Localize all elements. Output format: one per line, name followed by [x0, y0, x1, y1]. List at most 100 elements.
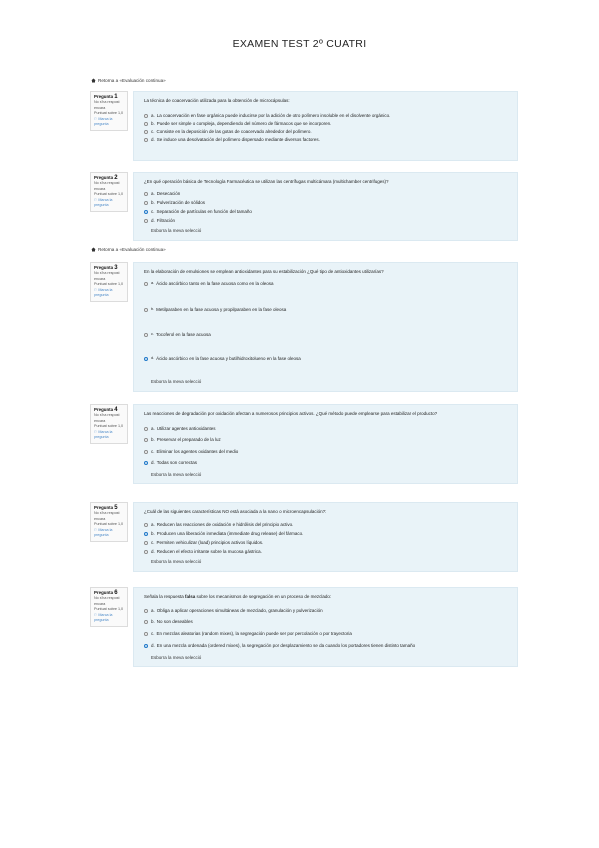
radio-button[interactable] [144, 281, 148, 286]
clear-selection-link[interactable]: Esborra la meva selecció [151, 228, 201, 233]
answer-option[interactable]: b. Preservar el preparado de la luz [144, 437, 511, 442]
radio-button[interactable] [144, 540, 148, 545]
radio-button[interactable] [144, 619, 148, 624]
option-text: Tocoferol en la fase acuosa [155, 332, 211, 337]
option-letter: a. [151, 113, 155, 118]
option-text: En mezclas aleatorias (random mixes), la… [156, 631, 352, 636]
answer-option[interactable]: c. Eliminar los agentes oxidantes del med… [144, 449, 511, 454]
option-text: Pulverización de sólidos [156, 200, 206, 205]
answer-option[interactable]: a. Ácido ascórbico tanto en la fase acuos… [144, 281, 511, 286]
option-letter: a. [151, 608, 155, 613]
radio-button[interactable] [144, 522, 148, 527]
clear-selection-link[interactable]: Esborra la meva selecció [151, 655, 201, 660]
radio-button[interactable] [144, 200, 148, 205]
question-status: No s'ha respost encara [94, 181, 120, 191]
back-link[interactable]: Retorna a «Evaluación continua» [91, 78, 166, 83]
radio-button[interactable] [144, 129, 148, 134]
clear-selection-link[interactable]: Esborra la meva selecció [151, 379, 201, 384]
option-letter: a. [151, 522, 155, 527]
radio-button[interactable] [144, 218, 148, 223]
flag-label[interactable]: Marca la pregunta [94, 613, 112, 622]
flag-label[interactable]: Marca la pregunta [94, 198, 112, 207]
radio-button[interactable] [144, 332, 148, 337]
answer-option[interactable]: d. Todas son correctas [144, 460, 511, 465]
question-number: 4 [114, 407, 118, 413]
option-text: Ácido ascórbico en la fase acuosa y buti… [156, 356, 301, 361]
option-letter: d. [151, 643, 155, 648]
question-info: Pregunta 6 No s'ha respost encara Puntua… [90, 587, 128, 628]
back-link-label[interactable]: Retorna a «Evaluación continua» [98, 78, 166, 83]
question-text: ¿En qué operación básica de Tecnología F… [144, 179, 389, 184]
option-text: Se induce una desolvatación del polímero… [156, 137, 320, 142]
answer-option[interactable]: a. Utilizar agentes antioxidantes [144, 426, 511, 431]
radio-button[interactable] [144, 137, 148, 142]
question-info: Pregunta 1 No s'ha respost encara Puntua… [90, 91, 128, 132]
option-text: Reducen las reacciones de oxidación e hi… [156, 522, 294, 527]
question-number: 5 [114, 505, 118, 511]
answer-option[interactable]: d. Reducen el efecto irritante sobre la m… [144, 549, 511, 554]
question-text-part: Señala la respuesta [144, 594, 186, 599]
question-label: Pregunta [94, 407, 114, 412]
option-letter: d. [151, 137, 155, 142]
radio-button[interactable] [144, 549, 148, 554]
radio-button-selected[interactable] [144, 356, 148, 361]
question-number: 1 [114, 94, 118, 100]
answer-option[interactable]: c. Permiten vehiculizar (load) principios… [144, 540, 511, 545]
back-link[interactable]: Retorna a «Evaluación continua» [91, 247, 166, 252]
answer-option[interactable]: c. Separación de partículas en función de… [144, 209, 511, 214]
flag-label[interactable]: Marca la pregunta [94, 117, 112, 126]
radio-button-selected[interactable] [144, 460, 148, 465]
answer-option[interactable]: d. En una mezcla ordenada (ordered mixes)… [144, 643, 511, 648]
back-link-label[interactable]: Retorna a «Evaluación continua» [98, 247, 166, 252]
flag-question-link[interactable]: ⚐ Marca la pregunta [94, 528, 125, 539]
radio-button[interactable] [144, 191, 148, 196]
answer-option[interactable]: c. Tocoferol en la fase acuosa [144, 332, 511, 337]
flag-question-link[interactable]: ⚐ Marca la pregunta [94, 430, 125, 441]
question-status: No s'ha respost encara [94, 271, 120, 281]
radio-button-selected[interactable] [144, 643, 148, 648]
radio-button[interactable] [144, 426, 148, 431]
radio-button-selected[interactable] [144, 531, 148, 536]
option-letter: c. [151, 631, 155, 636]
answer-option[interactable]: d. Se induce una desolvatación del políme… [144, 137, 511, 142]
option-letter: c. [151, 209, 155, 214]
answer-option[interactable]: b. No son deseables [144, 619, 511, 624]
answer-option[interactable]: a. Reducen las reacciones de oxidación e … [144, 522, 511, 527]
flag-question-link[interactable]: ⚐ Marca la pregunta [94, 117, 125, 128]
option-text: Obliga a aplicar operaciones simultáneas… [156, 608, 323, 613]
answer-option[interactable]: b. Pulverización de sólidos [144, 200, 511, 205]
flag-label[interactable]: Marca la pregunta [94, 528, 112, 537]
flag-question-link[interactable]: ⚐ Marca la pregunta [94, 198, 125, 209]
radio-button[interactable] [144, 307, 148, 312]
question-label: Pregunta [94, 265, 114, 270]
answer-option[interactable]: d. Filtración [144, 218, 511, 223]
question-label: Pregunta [94, 94, 114, 99]
answer-option[interactable]: b. Puede ser simple o compleja, dependien… [144, 121, 511, 126]
flag-question-link[interactable]: ⚐ Marca la pregunta [94, 613, 125, 624]
radio-button-selected[interactable] [144, 209, 148, 214]
clear-selection-link[interactable]: Esborra la meva selecció [151, 559, 201, 564]
flag-question-link[interactable]: ⚐ Marca la pregunta [94, 288, 125, 299]
answer-option[interactable]: a. La coacervación en fase orgánica puede… [144, 113, 511, 118]
answer-option[interactable]: a. Desecación [144, 191, 511, 196]
radio-button[interactable] [144, 113, 148, 118]
radio-button[interactable] [144, 449, 148, 454]
radio-button[interactable] [144, 437, 148, 442]
flag-label[interactable]: Marca la pregunta [94, 288, 112, 297]
flag-label[interactable]: Marca la pregunta [94, 430, 112, 439]
answer-option[interactable]: a. Obliga a aplicar operaciones simultáne… [144, 608, 511, 613]
option-letter: d. [151, 355, 155, 360]
answer-option[interactable]: d. Ácido ascórbico en la fase acuosa y bu… [144, 356, 511, 361]
answer-option[interactable]: c. En mezclas aleatorias (random mixes), … [144, 631, 511, 636]
clear-selection-link[interactable]: Esborra la meva selecció [151, 472, 201, 477]
question-number: 3 [114, 265, 118, 271]
answer-option[interactable]: b. Producen una liberación inmediata (imm… [144, 531, 511, 536]
answer-option[interactable]: c. Consiste en la deposición de las gotas… [144, 129, 511, 134]
option-letter: c. [151, 540, 155, 545]
radio-button[interactable] [144, 631, 148, 636]
radio-button[interactable] [144, 608, 148, 613]
question-info: Pregunta 5 No s'ha respost encara Puntua… [90, 502, 128, 543]
answer-option[interactable]: b. Metilparaben en la fase acuosa y propi… [144, 307, 511, 312]
radio-button[interactable] [144, 121, 148, 126]
question-text: Las reacciones de degradación por oxidac… [144, 411, 438, 416]
